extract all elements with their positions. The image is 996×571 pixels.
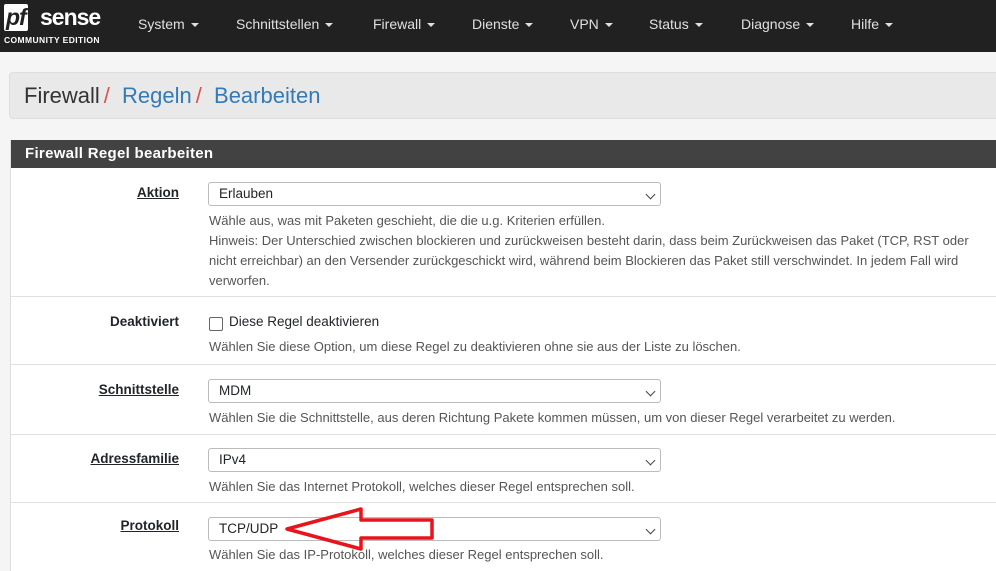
chevron-down-icon [645, 386, 656, 397]
chevron-down-icon [645, 524, 656, 535]
breadcrumb-separator: / [195, 83, 202, 108]
chevron-down-icon [325, 23, 334, 28]
chevron-down-icon [427, 23, 436, 28]
nav-hilfe[interactable]: Hilfe [851, 0, 894, 52]
schnittstelle-select[interactable]: MDM [208, 379, 661, 403]
aktion-label[interactable]: Aktion [137, 185, 179, 200]
chevron-down-icon [190, 23, 199, 28]
schnittstelle-help: Wählen Sie die Schnittstelle, aus deren … [209, 410, 896, 425]
aktion-help-1: Wähle aus, was mit Paketen geschieht, di… [209, 213, 605, 228]
nav-dienste[interactable]: Dienste [472, 0, 534, 52]
protokoll-select-value: TCP/UDP [219, 521, 279, 536]
nav-vpn-label: VPN [570, 16, 599, 32]
top-navbar: pf sense COMMUNITY EDITION System Schnit… [0, 0, 996, 52]
aktion-help-2: Hinweis: Der Unterschied zwischen blocki… [209, 233, 969, 248]
adressfamilie-help: Wählen Sie das Internet Protokoll, welch… [209, 479, 635, 494]
nav-system-label: System [138, 16, 185, 32]
chevron-down-icon [694, 23, 703, 28]
chevron-down-icon [806, 23, 815, 28]
deaktiviert-label: Deaktiviert [109, 314, 179, 329]
nav-status[interactable]: Status [649, 0, 703, 52]
logo-pf-mark: pf [4, 4, 28, 31]
pfsense-logo[interactable]: pf sense COMMUNITY EDITION [2, 4, 112, 48]
nav-firewall-label: Firewall [373, 16, 422, 32]
nav-system[interactable]: System [138, 0, 199, 52]
chevron-down-icon [604, 23, 613, 28]
chevron-down-icon [525, 23, 534, 28]
nav-status-label: Status [649, 16, 689, 32]
chevron-down-icon [645, 189, 656, 200]
row-aktion: Aktion Erlauben Wähle aus, was mit Paket… [11, 168, 996, 297]
chevron-down-icon [885, 23, 894, 28]
adressfamilie-label[interactable]: Adressfamilie [90, 451, 179, 466]
schnittstelle-label[interactable]: Schnittstelle [99, 382, 179, 397]
adressfamilie-select[interactable]: IPv4 [208, 448, 661, 472]
nav-vpn[interactable]: VPN [570, 0, 613, 52]
nav-firewall[interactable]: Firewall [373, 0, 436, 52]
nav-diagnose[interactable]: Diagnose [741, 0, 815, 52]
nav-hilfe-label: Hilfe [851, 16, 880, 32]
deaktiviert-checkbox-label[interactable]: Diese Regel deaktivieren [229, 314, 379, 329]
breadcrumb-separator: / [103, 83, 110, 108]
breadcrumb-firewall: Firewall [24, 83, 100, 108]
breadcrumb-bearbeiten-link[interactable]: Bearbeiten [214, 83, 320, 108]
deaktiviert-help: Wählen Sie diese Option, um diese Regel … [209, 339, 741, 354]
deaktiviert-checkbox[interactable] [209, 317, 223, 331]
aktion-select-value: Erlauben [219, 186, 274, 201]
breadcrumb-regeln-link[interactable]: Regeln [122, 83, 192, 108]
edit-rule-panel: Firewall Regel bearbeiten Aktion Erlaube… [10, 140, 996, 571]
aktion-help-4: verworfen. [209, 273, 270, 288]
aktion-help-3: nicht erreichbar) an den Versender zurüc… [209, 253, 959, 268]
nav-schnittstellen-label: Schnittstellen [236, 16, 320, 32]
adressfamilie-select-value: IPv4 [219, 452, 247, 467]
aktion-select[interactable]: Erlauben [208, 182, 661, 206]
protokoll-help: Wählen Sie das IP-Protokoll, welches die… [209, 547, 604, 562]
schnittstelle-select-value: MDM [219, 383, 252, 398]
nav-dienste-label: Dienste [472, 16, 520, 32]
protokoll-label[interactable]: Protokoll [120, 518, 179, 533]
panel-title: Firewall Regel bearbeiten [11, 140, 996, 168]
row-deaktiviert: Deaktiviert Diese Regel deaktivieren Wäh… [11, 297, 996, 365]
logo-edition: COMMUNITY EDITION [4, 35, 100, 45]
row-protokoll: Protokoll TCP/UDP Wählen Sie das IP-Prot… [11, 503, 996, 571]
breadcrumb: Firewall / Regeln / Bearbeiten [9, 72, 996, 119]
nav-diagnose-label: Diagnose [741, 16, 801, 32]
row-schnittstelle: Schnittstelle MDM Wählen Sie die Schnitt… [11, 365, 996, 435]
nav-schnittstellen[interactable]: Schnittstellen [236, 0, 334, 52]
protokoll-select[interactable]: TCP/UDP [208, 517, 661, 541]
logo-sense-wordmark: sense [40, 4, 101, 30]
chevron-down-icon [645, 455, 656, 466]
row-adressfamilie: Adressfamilie IPv4 Wählen Sie das Intern… [11, 435, 996, 503]
